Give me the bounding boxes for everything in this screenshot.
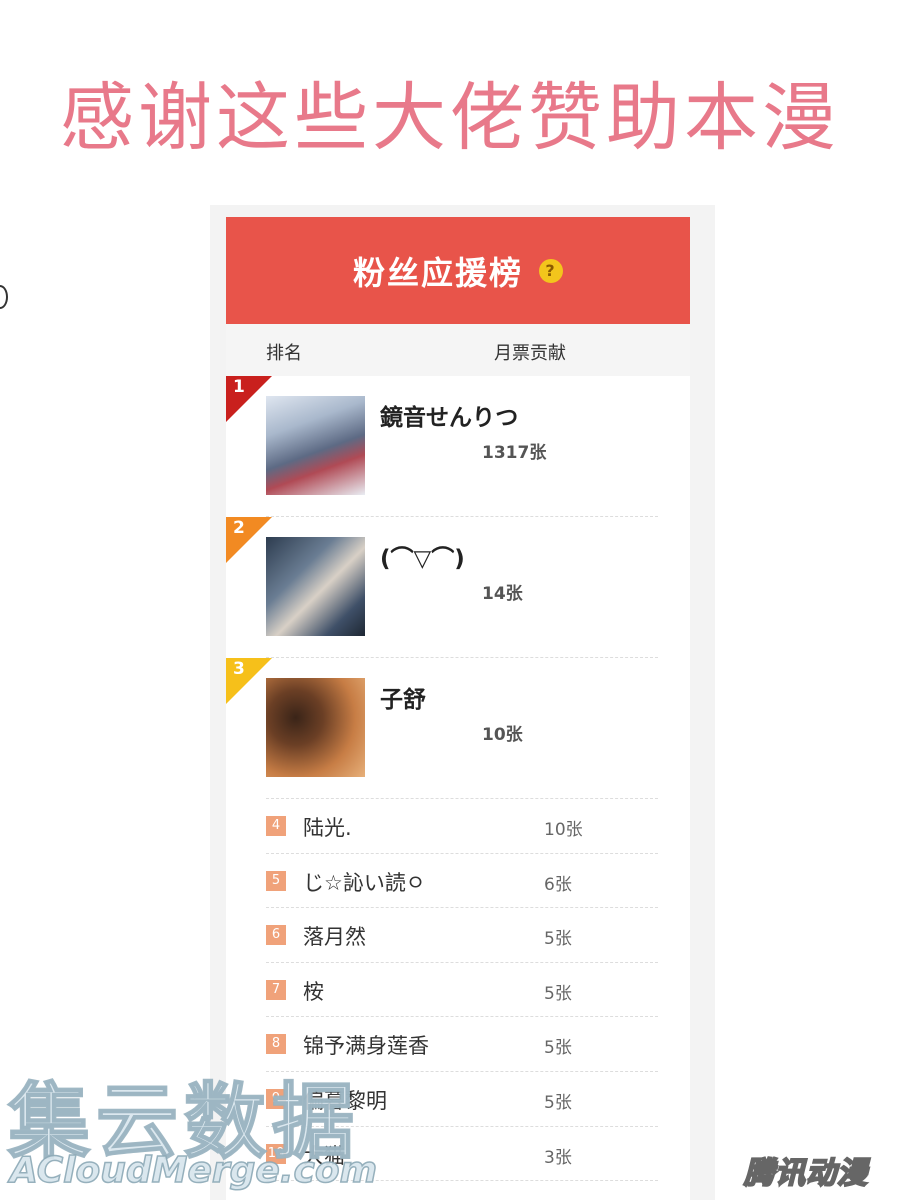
panel-title: 粉丝应援榜 xyxy=(352,253,523,292)
fan-name[interactable]: 桉 xyxy=(303,976,324,1006)
vote-count: 6张 xyxy=(544,874,572,895)
rank-badge: 5 xyxy=(266,870,286,891)
top-fan-item[interactable]: 2 (⌒▽⌒) 14张 xyxy=(226,517,690,658)
rank-number: 1 xyxy=(233,377,245,397)
fan-row[interactable]: 6 落月然 5张 xyxy=(226,908,690,963)
vote-count: 14张 xyxy=(482,584,523,604)
vote-count: 5张 xyxy=(544,1092,572,1113)
top-fan-item[interactable]: 1 鏡音せんりつ 1317张 xyxy=(226,376,690,517)
rank-badge: 8 xyxy=(266,1034,286,1055)
watermark-url: ACloudMerge.com xyxy=(9,1149,378,1192)
vote-count: 3张 xyxy=(544,1147,572,1168)
column-votes: 月票贡献 xyxy=(494,343,566,364)
fan-name[interactable]: 落月然 xyxy=(303,921,366,951)
tencent-comic-logo: 腾讯动漫 xyxy=(743,1155,868,1192)
rank-badge: 4 xyxy=(266,816,286,836)
fan-name[interactable]: 鏡音せんりつ xyxy=(380,398,518,432)
fan-name[interactable]: 子舒 xyxy=(380,680,426,714)
avatar[interactable] xyxy=(266,396,365,495)
fan-name[interactable]: 陆光. xyxy=(303,812,352,842)
edge-fragment xyxy=(0,285,8,309)
vote-count: 5张 xyxy=(544,1038,572,1059)
avatar[interactable] xyxy=(266,678,365,777)
vote-count: 10张 xyxy=(482,725,523,745)
column-header: 排名 月票贡献 xyxy=(226,324,690,376)
fan-name[interactable]: (⌒▽⌒) xyxy=(380,539,465,573)
avatar[interactable] xyxy=(266,537,365,636)
top-fan-item[interactable]: 3 子舒 10张 xyxy=(226,658,690,799)
rank-number: 3 xyxy=(233,659,245,679)
fan-name[interactable]: じ☆訫い読ㅇ xyxy=(303,867,425,897)
fan-row[interactable]: 7 桉 5张 xyxy=(226,963,690,1018)
column-rank: 排名 xyxy=(266,343,302,364)
rank-badge: 6 xyxy=(266,925,286,946)
vote-count: 5张 xyxy=(544,983,572,1004)
fan-row[interactable]: 5 じ☆訫い読ㅇ 6张 xyxy=(226,854,690,909)
panel-header: 粉丝应援榜 ? xyxy=(226,217,690,324)
vote-count: 5张 xyxy=(544,929,572,950)
vote-count: 1317张 xyxy=(482,443,547,463)
fan-row[interactable]: 4 陆光. 10张 xyxy=(226,799,690,854)
help-icon[interactable]: ? xyxy=(539,258,563,283)
rank-badge: 7 xyxy=(266,979,286,1000)
rank-number: 2 xyxy=(233,518,245,538)
page-banner-title: 感谢这些大佬赞助本漫 xyxy=(60,75,840,161)
fan-ranking-panel: 粉丝应援榜 ? 排名 月票贡献 1 鏡音せんりつ 1317张 2 (⌒▽⌒) 1… xyxy=(226,217,690,1200)
vote-count: 10张 xyxy=(544,820,583,840)
